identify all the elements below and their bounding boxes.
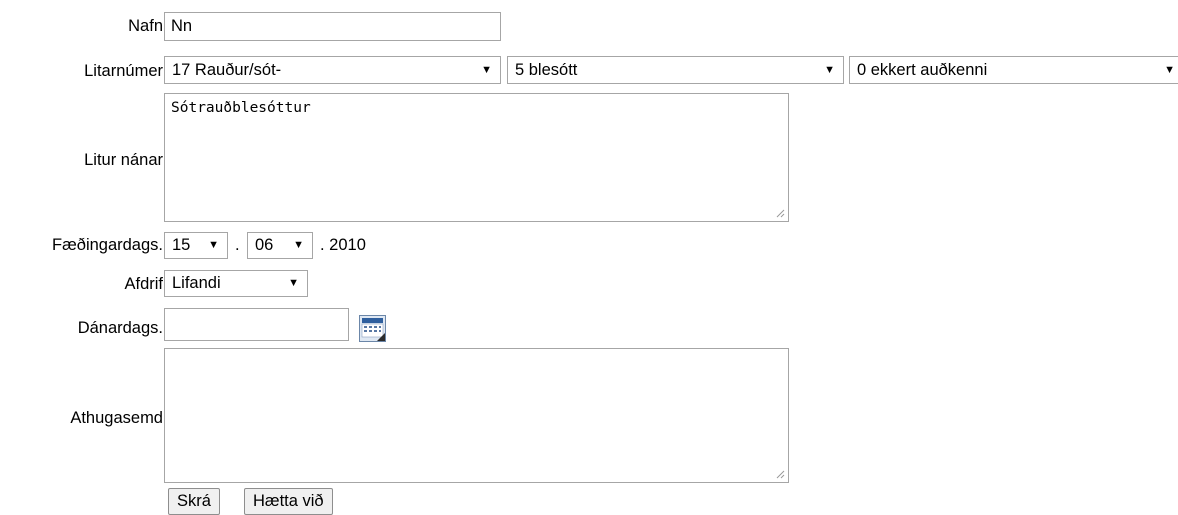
- chevron-down-icon: ▼: [288, 277, 299, 289]
- chevron-down-icon: ▼: [293, 239, 304, 251]
- color-number-label: Litarnúmer: [84, 62, 163, 80]
- birth-day-select[interactable]: 15 ▼: [164, 232, 228, 259]
- resize-grip-icon[interactable]: [776, 209, 785, 218]
- birth-date-label: Fæðingardags.: [52, 236, 163, 254]
- chevron-down-icon: ▼: [481, 64, 492, 76]
- color-pattern-select[interactable]: 5 blesótt ▼: [507, 56, 844, 84]
- birth-day-value: 15: [172, 236, 191, 254]
- color-number-select-value: 17 Rauður/sót-: [172, 61, 282, 79]
- birth-month-select[interactable]: 06 ▼: [247, 232, 313, 259]
- color-detail-textarea[interactable]: Sótrauðblesóttur: [164, 93, 789, 222]
- birth-year: . 2010: [320, 236, 366, 254]
- fate-select-value: Lifandi: [172, 274, 221, 292]
- color-number-select[interactable]: 17 Rauður/sót- ▼: [164, 56, 501, 84]
- resize-grip-icon[interactable]: [776, 470, 785, 479]
- comment-textarea[interactable]: [164, 348, 789, 483]
- fate-label: Afdrif: [124, 275, 163, 293]
- color-marking-select-value: 0 ekkert auðkenni: [857, 61, 988, 79]
- comment-label: Athugasemd: [70, 409, 163, 427]
- birth-month-value: 06: [255, 236, 274, 254]
- color-detail-label: Litur nánar: [84, 151, 163, 169]
- date-separator: .: [235, 236, 240, 254]
- fate-select[interactable]: Lifandi ▼: [164, 270, 308, 297]
- name-input[interactable]: Nn: [164, 12, 501, 41]
- cancel-button[interactable]: Hætta við: [244, 488, 333, 515]
- death-date-label: Dánardags.: [77, 319, 163, 337]
- death-date-input[interactable]: [164, 308, 349, 341]
- chevron-down-icon: ▼: [208, 239, 219, 251]
- color-pattern-select-value: 5 blesótt: [515, 61, 578, 79]
- color-detail-text: Sótrauðblesóttur: [171, 100, 311, 116]
- calendar-icon[interactable]: [359, 315, 386, 342]
- submit-button[interactable]: Skrá: [168, 488, 220, 515]
- chevron-down-icon: ▼: [824, 64, 835, 76]
- color-marking-select[interactable]: 0 ekkert auðkenni ▼: [849, 56, 1178, 84]
- name-label: Nafn: [128, 17, 163, 35]
- chevron-down-icon: ▼: [1164, 64, 1175, 76]
